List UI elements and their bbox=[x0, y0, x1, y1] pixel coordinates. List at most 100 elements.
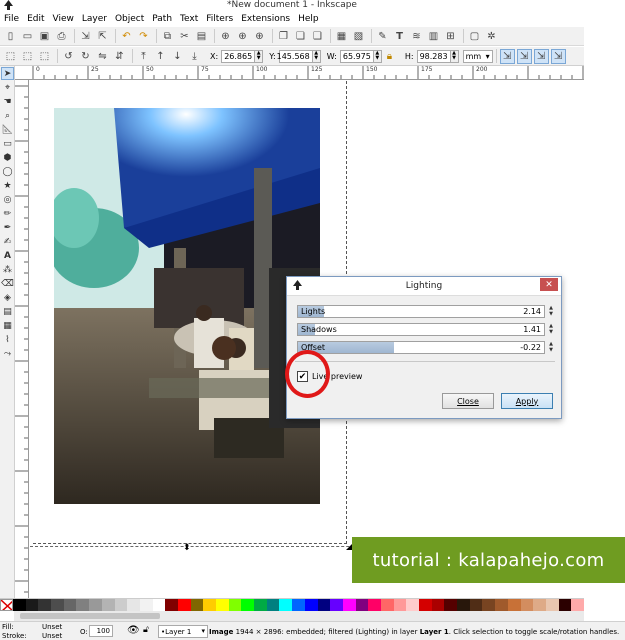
slider-track[interactable]: Lights 2.14 bbox=[297, 305, 545, 318]
document-properties-icon[interactable]: ▢ bbox=[467, 29, 482, 44]
fill-value[interactable]: Unset bbox=[42, 623, 62, 631]
slider-track[interactable]: Shadows 1.41 bbox=[297, 323, 545, 336]
color-swatch[interactable] bbox=[63, 599, 77, 611]
menu-view[interactable]: View bbox=[53, 14, 74, 24]
slider-track[interactable]: Offset -0.22 bbox=[297, 341, 545, 354]
bucket-tool-icon[interactable]: ◈ bbox=[1, 291, 14, 304]
rectangle-tool-icon[interactable]: ▭ bbox=[1, 137, 14, 150]
deselect-icon[interactable]: ⬚ bbox=[37, 49, 52, 64]
rotate-cw-icon[interactable]: ↻ bbox=[78, 49, 93, 64]
measure-tool-icon[interactable]: 📐︎ bbox=[1, 123, 14, 136]
color-swatch[interactable] bbox=[304, 599, 318, 611]
flip-vertical-icon[interactable]: ⇵ bbox=[112, 49, 127, 64]
text-tool-icon[interactable]: A bbox=[1, 249, 14, 262]
color-swatch[interactable] bbox=[127, 599, 140, 611]
x-stepper[interactable]: ▲ ▼ bbox=[255, 49, 264, 63]
color-swatch[interactable] bbox=[114, 599, 128, 611]
calligraphy-tool-icon[interactable]: ✍ bbox=[1, 235, 14, 248]
color-swatch[interactable] bbox=[330, 599, 343, 611]
width-field[interactable]: 65.975 bbox=[339, 49, 374, 63]
move-patterns-icon[interactable]: ⇲ bbox=[550, 48, 566, 64]
scale-corners-icon[interactable]: ⇲ bbox=[516, 48, 532, 64]
zoom-page-icon[interactable]: ⊕ bbox=[252, 29, 267, 44]
color-swatch[interactable] bbox=[51, 599, 64, 611]
rotate-ccw-icon[interactable]: ↺ bbox=[61, 49, 76, 64]
height-field[interactable]: 98.283 bbox=[416, 49, 451, 63]
unit-select[interactable]: mm ▾ bbox=[462, 49, 493, 63]
group-icon[interactable]: ▦ bbox=[334, 29, 349, 44]
color-swatch[interactable] bbox=[457, 599, 470, 611]
color-swatch[interactable] bbox=[241, 599, 255, 611]
color-swatch[interactable] bbox=[368, 599, 381, 611]
text-font-icon[interactable]: T bbox=[392, 29, 407, 44]
embedded-photo[interactable] bbox=[54, 108, 320, 504]
menu-extensions[interactable]: Extensions bbox=[241, 14, 290, 24]
eye-icon[interactable]: 👁︎ bbox=[127, 625, 140, 636]
scale-handle-icon[interactable]: ⬍ bbox=[183, 543, 191, 553]
color-swatch[interactable] bbox=[520, 599, 534, 611]
color-swatch[interactable] bbox=[266, 599, 280, 611]
menu-path[interactable]: Path bbox=[152, 14, 172, 24]
menu-layer[interactable]: Layer bbox=[82, 14, 107, 24]
width-stepper[interactable]: ▲ ▼ bbox=[373, 49, 382, 63]
raise-icon[interactable]: ↑ bbox=[153, 49, 168, 64]
offset-stepper[interactable]: ▲ ▼ bbox=[547, 341, 555, 354]
zoom-tool-icon[interactable]: ⌕ bbox=[1, 109, 14, 122]
lights-slider[interactable]: Lights 2.14 ▲ ▼ bbox=[297, 305, 555, 318]
y-stepper[interactable]: ▲ ▼ bbox=[312, 49, 321, 63]
eraser-tool-icon[interactable]: ⌫ bbox=[1, 277, 14, 290]
shadows-stepper[interactable]: ▲ ▼ bbox=[547, 323, 555, 336]
lower-icon[interactable]: ↓ bbox=[170, 49, 185, 64]
lock-icon[interactable]: 🔓︎ bbox=[143, 625, 149, 635]
color-swatch[interactable] bbox=[76, 599, 90, 611]
dropper-tool-icon[interactable]: ⌇ bbox=[1, 333, 14, 346]
color-swatch[interactable] bbox=[533, 599, 546, 611]
color-swatch[interactable] bbox=[342, 599, 356, 611]
menu-help[interactable]: Help bbox=[298, 14, 319, 24]
height-stepper[interactable]: ▲ ▼ bbox=[450, 49, 459, 63]
stroke-value[interactable]: Unset bbox=[42, 632, 62, 640]
clone-icon[interactable]: ❏ bbox=[293, 29, 308, 44]
save-icon[interactable]: ▣ bbox=[37, 29, 52, 44]
connector-tool-icon[interactable]: ⤳ bbox=[1, 347, 14, 360]
scale-stroke-icon[interactable]: ⇲ bbox=[499, 48, 515, 64]
color-swatch[interactable] bbox=[571, 599, 584, 611]
redo-icon[interactable]: ↷ bbox=[136, 29, 151, 44]
color-swatch[interactable] bbox=[292, 599, 305, 611]
color-swatch[interactable] bbox=[279, 599, 293, 611]
select-all-layers-icon[interactable]: ⬚ bbox=[20, 49, 35, 64]
color-swatch[interactable] bbox=[317, 599, 331, 611]
ungroup-icon[interactable]: ▧ bbox=[351, 29, 366, 44]
color-swatch[interactable] bbox=[13, 599, 26, 611]
tweak-tool-icon[interactable]: ☚ bbox=[1, 95, 14, 108]
color-swatch[interactable] bbox=[558, 599, 572, 611]
shadows-slider[interactable]: Shadows 1.41 ▲ ▼ bbox=[297, 323, 555, 336]
raise-to-top-icon[interactable]: ⤒ bbox=[136, 49, 151, 64]
color-swatch[interactable] bbox=[177, 599, 191, 611]
color-swatch[interactable] bbox=[444, 599, 458, 611]
color-swatch[interactable] bbox=[190, 599, 204, 611]
color-swatch[interactable] bbox=[393, 599, 407, 611]
no-color-swatch[interactable] bbox=[0, 599, 13, 611]
node-tool-icon[interactable]: ⌖ bbox=[1, 81, 14, 94]
palette-scrollbar[interactable] bbox=[14, 611, 584, 621]
color-swatch[interactable] bbox=[254, 599, 267, 611]
apply-button[interactable]: Apply bbox=[501, 393, 553, 409]
close-button[interactable]: Close bbox=[442, 393, 494, 409]
color-swatch[interactable] bbox=[101, 599, 115, 611]
lights-stepper[interactable]: ▲ ▼ bbox=[547, 305, 555, 318]
color-swatch[interactable] bbox=[406, 599, 419, 611]
y-field[interactable]: 145.568 bbox=[277, 49, 313, 63]
preferences-icon[interactable]: ✲ bbox=[484, 29, 499, 44]
color-swatch[interactable] bbox=[216, 599, 229, 611]
color-swatch[interactable] bbox=[228, 599, 242, 611]
menu-object[interactable]: Object bbox=[115, 14, 144, 24]
color-swatch[interactable] bbox=[482, 599, 496, 611]
duplicate-icon[interactable]: ❐ bbox=[276, 29, 291, 44]
align-distribute-icon[interactable]: ⊞ bbox=[443, 29, 458, 44]
import-icon[interactable]: ⇲ bbox=[78, 29, 93, 44]
offset-slider[interactable]: Offset -0.22 ▲ ▼ bbox=[297, 341, 555, 354]
color-swatch[interactable] bbox=[25, 599, 39, 611]
scrollbar-thumb[interactable] bbox=[20, 613, 160, 619]
pencil-tool-icon[interactable]: ✏ bbox=[1, 207, 14, 220]
